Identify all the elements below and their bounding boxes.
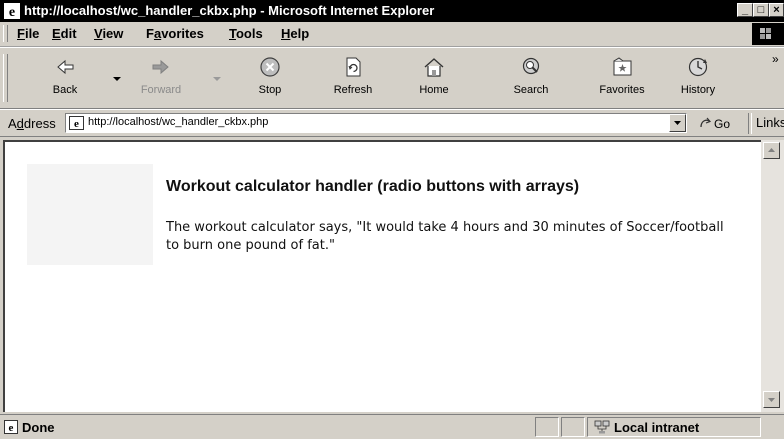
- chevron-down-icon: [674, 121, 681, 125]
- scroll-down-arrow-icon: [768, 398, 775, 402]
- address-url: http://localhost/wc_handler_ckbx.php: [88, 116, 269, 128]
- status-pane-security: [561, 417, 585, 437]
- scroll-down-button[interactable]: [763, 391, 780, 408]
- forward-arrow-icon: [152, 59, 169, 75]
- menu-tools[interactable]: Tools: [229, 26, 263, 41]
- page-done-icon: e: [4, 420, 18, 434]
- windows-logo-throbber: [752, 23, 784, 45]
- toolbar-overflow-chevron[interactable]: »: [772, 52, 779, 66]
- favorites-button[interactable]: Favorites: [594, 52, 650, 106]
- intranet-zone-icon: [594, 420, 610, 434]
- page-content: Workout calculator handler (radio button…: [3, 140, 761, 412]
- menu-favorites[interactable]: Favorites: [146, 26, 204, 41]
- favorites-icon: [613, 57, 632, 76]
- forward-button[interactable]: Forward: [133, 52, 189, 106]
- status-bar: e Done Local intranet: [0, 414, 784, 439]
- back-arrow-icon: [57, 59, 74, 75]
- menu-help[interactable]: Help: [281, 26, 309, 41]
- history-button[interactable]: History: [670, 52, 726, 106]
- windows-flag-icon: [760, 28, 771, 39]
- forward-dropdown-icon[interactable]: [213, 76, 221, 82]
- vertical-scrollbar[interactable]: [761, 140, 784, 412]
- search-icon: [522, 57, 540, 75]
- refresh-icon: [346, 57, 361, 77]
- menu-file[interactable]: File: [17, 26, 39, 41]
- scroll-up-button[interactable]: [763, 142, 780, 159]
- back-button[interactable]: Back: [37, 52, 93, 106]
- stop-button[interactable]: Stop: [242, 52, 298, 106]
- browser-window: e http://localhost/wc_handler_ckbx.php -…: [0, 0, 784, 439]
- calculator-result-message: The workout calculator says, "It would t…: [166, 220, 724, 253]
- minimize-button[interactable]: _: [737, 3, 753, 17]
- image-placeholder: [27, 164, 153, 265]
- refresh-button[interactable]: Refresh: [325, 52, 381, 106]
- page-icon: e: [69, 116, 84, 130]
- menu-edit[interactable]: Edit: [52, 26, 77, 41]
- zone-pane[interactable]: Local intranet: [587, 417, 761, 437]
- history-icon: [688, 57, 708, 77]
- menu-view[interactable]: View: [94, 26, 123, 41]
- internet-explorer-icon: e: [4, 3, 20, 19]
- maximize-button[interactable]: □: [753, 3, 769, 17]
- page-heading: Workout calculator handler (radio button…: [166, 178, 580, 195]
- close-button[interactable]: ×: [769, 3, 784, 17]
- back-dropdown-icon[interactable]: [113, 76, 121, 82]
- svg-text:e: e: [74, 118, 79, 130]
- standard-toolbar: Back Forward Stop Refresh Home Search Fa…: [0, 47, 784, 109]
- search-button[interactable]: Search: [503, 52, 559, 106]
- toolbar-grip[interactable]: [3, 54, 8, 102]
- status-pane-progress: [535, 417, 559, 437]
- home-button[interactable]: Home: [406, 52, 462, 106]
- status-text: Done: [22, 420, 55, 435]
- address-input[interactable]: e http://localhost/wc_handler_ckbx.php: [65, 113, 687, 133]
- title-bar[interactable]: e http://localhost/wc_handler_ckbx.php -…: [0, 0, 784, 22]
- scroll-up-arrow-icon: [768, 148, 775, 152]
- menu-bar: File Edit View Favorites Tools Help: [0, 22, 784, 47]
- address-bar: Address e http://localhost/wc_handler_ck…: [0, 109, 784, 137]
- menu-grip[interactable]: [3, 25, 8, 42]
- links-button[interactable]: Links: [756, 115, 784, 130]
- stop-icon: [260, 57, 280, 77]
- address-label: Address: [8, 116, 56, 131]
- svg-text:e: e: [9, 422, 14, 434]
- window-title: http://localhost/wc_handler_ckbx.php - M…: [24, 3, 435, 18]
- svg-text:e: e: [9, 5, 15, 19]
- home-icon: [424, 58, 444, 77]
- go-arrow-icon: [700, 117, 712, 128]
- address-dropdown-button[interactable]: [669, 114, 686, 132]
- links-separator: [748, 113, 752, 134]
- go-button[interactable]: Go: [692, 114, 740, 134]
